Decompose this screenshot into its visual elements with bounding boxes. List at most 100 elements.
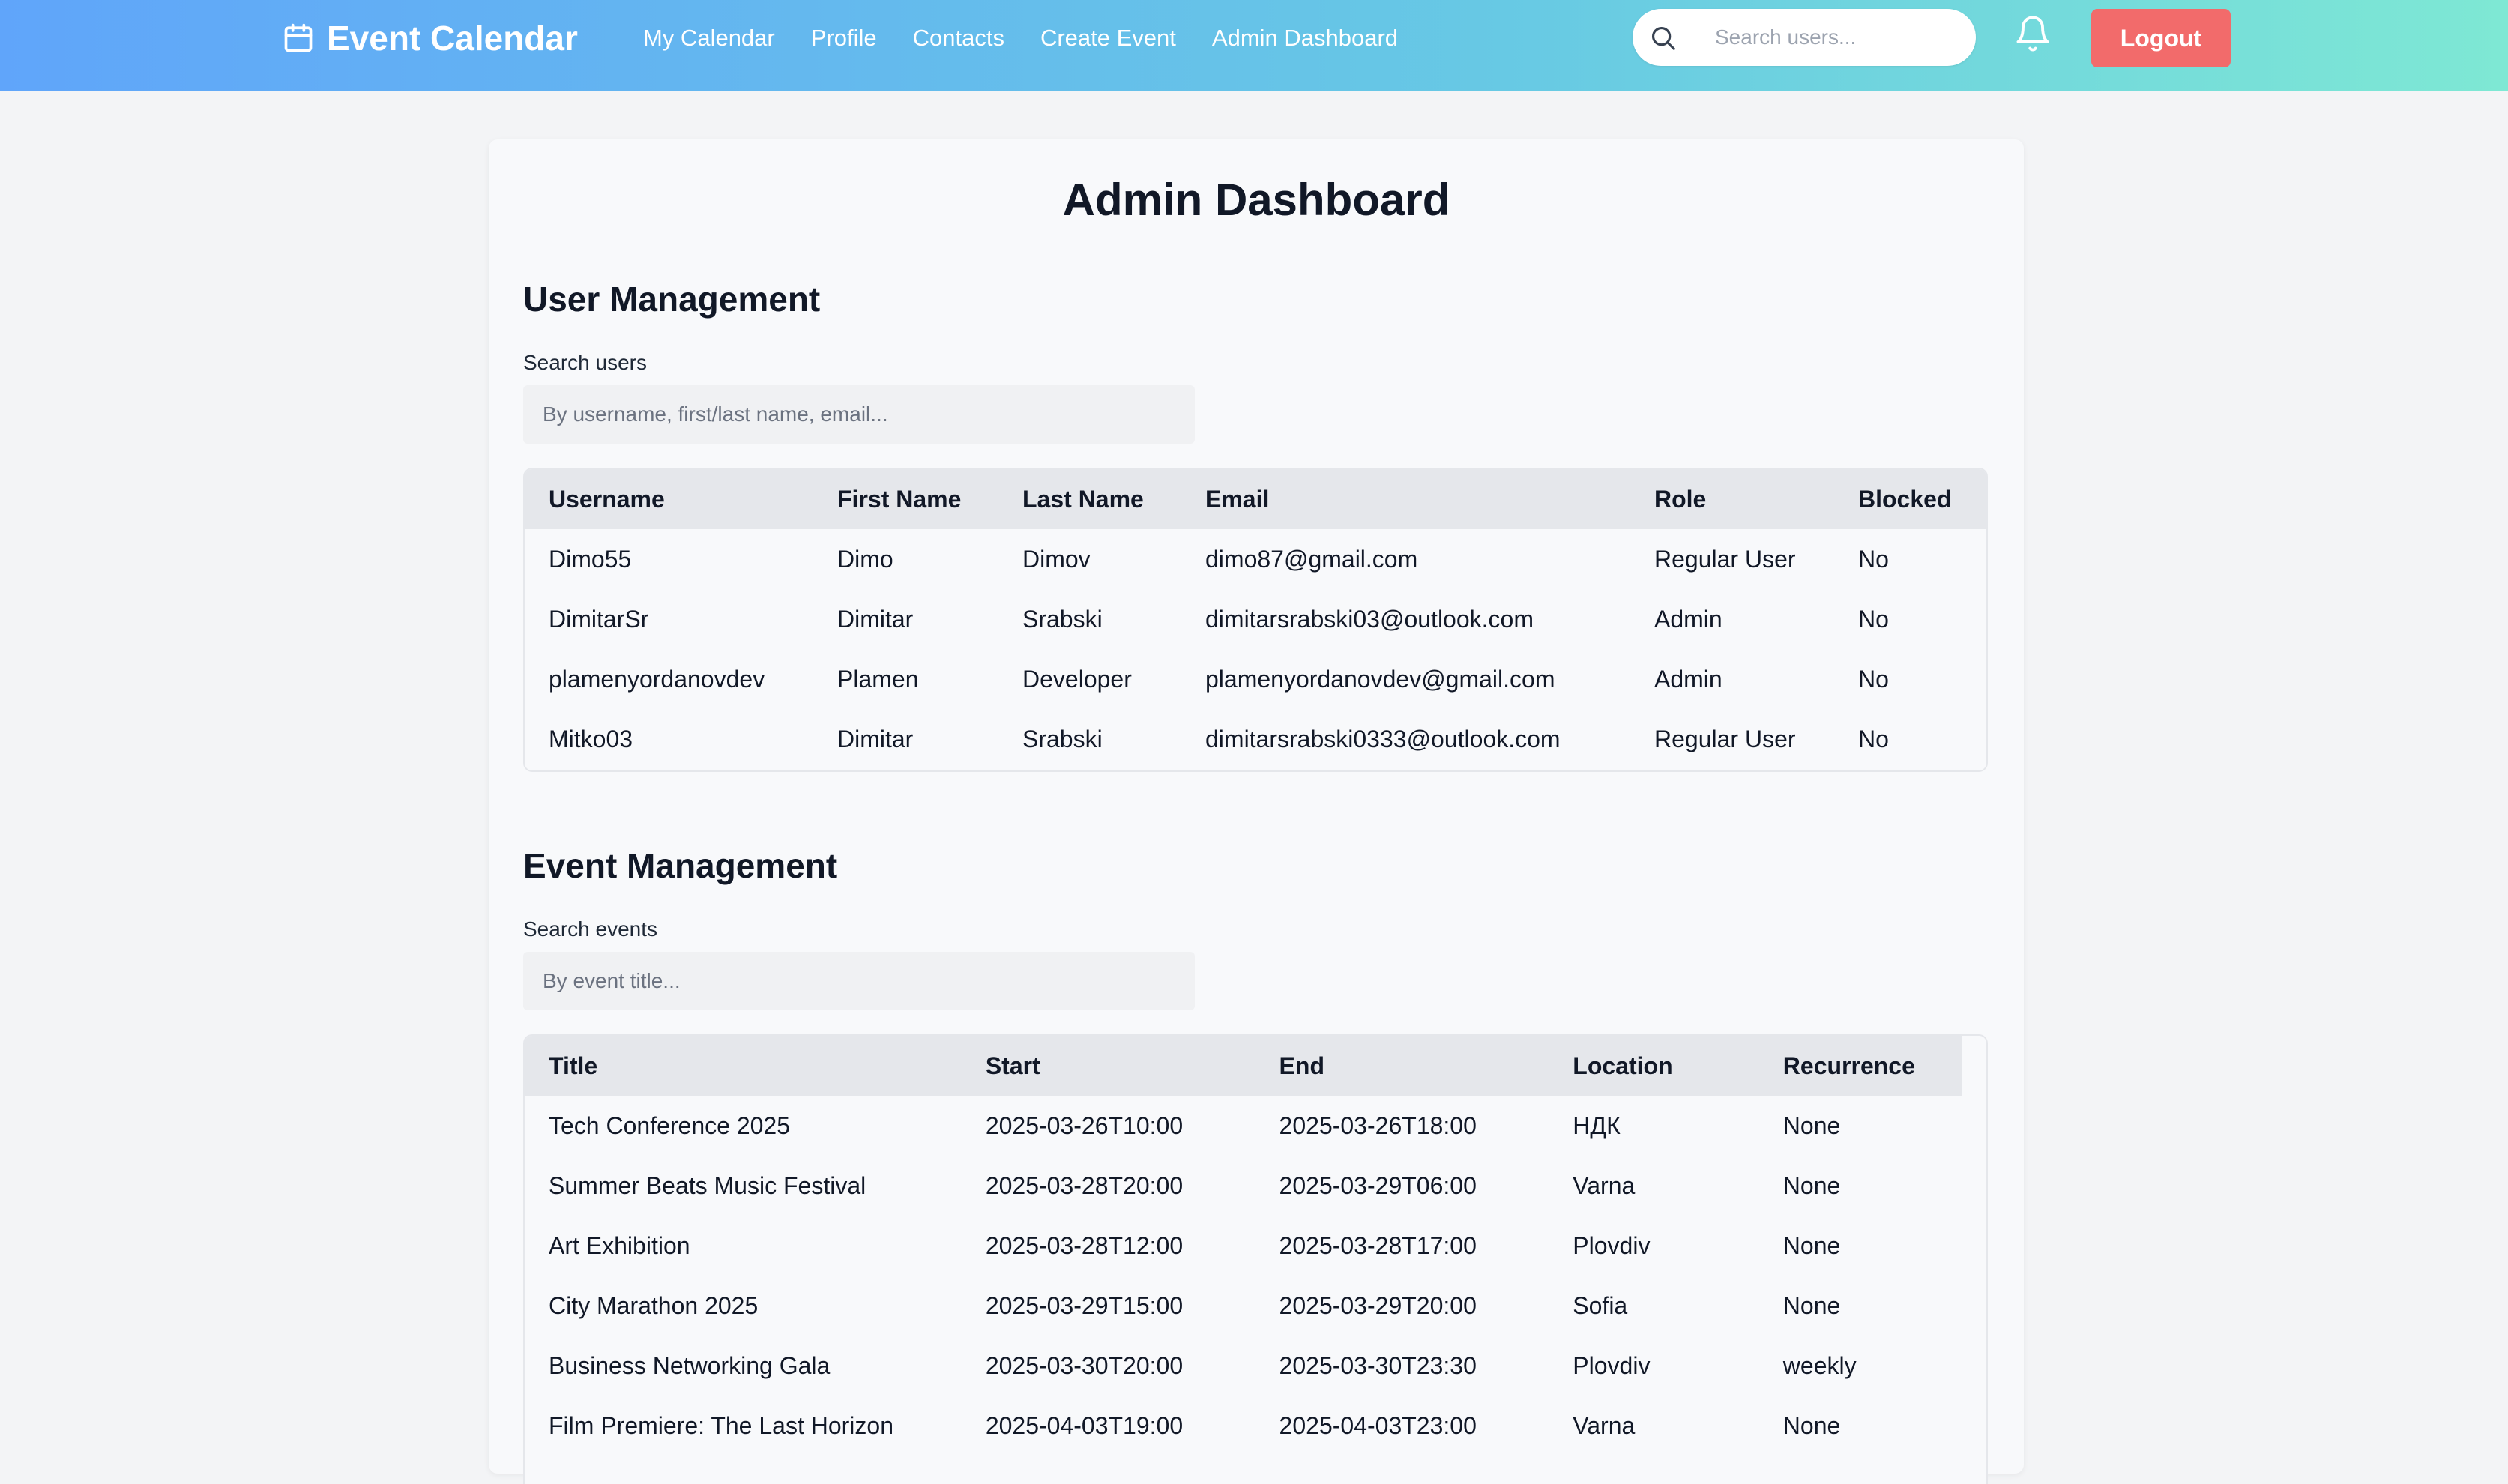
col-last-name[interactable]: Last Name [998,469,1181,529]
cell-end: 2025-03-28T17:00 [1279,1231,1477,1259]
cell-email: dimitarsrabski0333@outlook.com [1205,725,1561,752]
table-row[interactable]: City Marathon 2025 2025-03-29T15:00 2025… [525,1276,1986,1336]
search-events-input[interactable] [523,952,1195,1010]
cell-username: plamenyordanovdev [549,665,765,693]
cell-recurrence: weekly [1782,1351,1857,1379]
table-row[interactable]: Dimo55 Dimo Dimov dimo87@gmail.com Regul… [525,529,1986,589]
cell-title: Film Premiere: The Last Horizon [549,1411,893,1439]
cell-blocked: No [1858,545,1889,573]
table-row[interactable]: Art Exhibition 2025-03-28T12:00 2025-03-… [525,1216,1986,1276]
cell-location: Sofia [1573,1291,1628,1319]
col-recurrence[interactable]: Recurrence [1758,1036,1962,1096]
table-row[interactable]: Film Premiere: The Last Horizon 2025-04-… [525,1396,1986,1456]
cell-spacer [1962,1336,1986,1396]
cell-location: Plovdiv [1573,1231,1651,1259]
cell-location: Varna [1573,1171,1636,1199]
col-start[interactable]: Start [961,1036,1255,1096]
search-users-input[interactable] [523,385,1195,444]
cell-spacer [1962,1276,1986,1336]
cell-blocked: No [1858,725,1889,752]
page-title: Admin Dashboard [1062,175,1450,225]
cell-location: НДК [1573,1112,1621,1139]
cell-title: Summer Beats Music Festival [549,1171,866,1199]
brand-logo[interactable]: Event Calendar [282,16,578,60]
nav-link-contacts[interactable]: Contacts [913,25,1004,52]
cell-recurrence: None [1782,1171,1841,1199]
col-role[interactable]: Role [1630,469,1834,529]
cell-start: 2025-03-28T20:00 [985,1171,1184,1199]
cell-role: Regular User [1654,725,1796,752]
cell-recurrence: None [1782,1112,1841,1139]
header-spacer [1962,1036,1986,1096]
nav-link-create-event[interactable]: Create Event [1040,25,1176,52]
table-row[interactable]: DimitarSr Dimitar Srabski dimitarsrabski… [525,589,1986,649]
nav-link-profile[interactable]: Profile [811,25,877,52]
admin-dashboard-card: Admin Dashboard User Management Search u… [489,139,2024,1484]
cell-end: 2025-03-30T23:30 [1279,1351,1477,1379]
cell-role: Admin [1654,605,1722,633]
events-table: Title Start End Location Recurrence Tech… [523,1034,1988,1484]
nav-link-my-calendar[interactable]: My Calendar [643,25,775,52]
cell-first-name: Dimitar [837,725,914,752]
cell-first-name: Plamen [837,665,919,693]
cell-title: Business Networking Gala [549,1351,831,1379]
col-end[interactable]: End [1255,1036,1549,1096]
table-row[interactable]: Mitko03 Dimitar Srabski dimitarsrabski03… [525,709,1986,769]
cell-spacer [1962,1216,1986,1276]
cell-start: 2025-04-03T19:00 [985,1411,1184,1439]
cell-first-name: Dimitar [837,605,914,633]
users-table-header: Username First Name Last Name Email Role… [525,469,1986,529]
cell-spacer [1962,1396,1986,1456]
cell-last-name: Dimov [1022,545,1091,573]
cell-recurrence: None [1782,1291,1841,1319]
nav-search-input[interactable] [1715,19,1955,55]
cell-last-name: Developer [1022,665,1132,693]
col-email[interactable]: Email [1181,469,1630,529]
events-table-header: Title Start End Location Recurrence [525,1036,1986,1096]
cell-email: dimo87@gmail.com [1205,545,1418,573]
cell-role: Regular User [1654,545,1796,573]
table-row[interactable]: Summer Beats Music Festival 2025-03-28T2… [525,1156,1986,1216]
cell-start: 2025-03-29T15:00 [985,1291,1184,1319]
logout-button[interactable]: Logout [2091,9,2231,67]
table-row[interactable]: Business Networking Gala 2025-03-30T20:0… [525,1336,1986,1396]
cell-username: DimitarSr [549,605,649,633]
cell-role: Admin [1654,665,1722,693]
cell-email: plamenyordanovdev@gmail.com [1205,665,1555,693]
cell-username: Mitko03 [549,725,633,752]
col-blocked[interactable]: Blocked [1834,469,1986,529]
cell-end: 2025-03-29T20:00 [1279,1291,1477,1319]
cell-last-name: Srabski [1022,725,1103,752]
cell-last-name: Srabski [1022,605,1103,633]
nav-link-admin-dashboard[interactable]: Admin Dashboard [1212,25,1398,52]
cell-title: City Marathon 2025 [549,1291,759,1319]
col-location[interactable]: Location [1549,1036,1759,1096]
cell-recurrence: None [1782,1411,1841,1439]
cell-blocked: No [1858,605,1889,633]
cell-username: Dimo55 [549,545,632,573]
cell-spacer [1962,1096,1986,1156]
cell-end: 2025-03-29T06:00 [1279,1171,1477,1199]
cell-title: Art Exhibition [549,1231,690,1259]
cell-end: 2025-03-26T18:00 [1279,1112,1477,1139]
cell-location: Plovdiv [1573,1351,1651,1379]
search-icon [1651,26,1675,50]
nav-search-box [1633,9,1976,66]
table-row[interactable]: plamenyordanovdev Plamen Developer plame… [525,649,1986,709]
bell-icon[interactable] [2013,12,2052,55]
search-users-label: Search users [523,351,647,374]
col-username[interactable]: Username [525,469,813,529]
brand-name: Event Calendar [327,19,578,58]
user-management-title: User Management [523,280,821,319]
cell-recurrence: None [1782,1231,1841,1259]
cell-location: Varna [1573,1411,1636,1439]
table-row[interactable]: Tech Conference 2025 2025-03-26T10:00 20… [525,1096,1986,1156]
nav-links: My Calendar Profile Contacts Create Even… [643,21,1398,55]
users-table: Username First Name Last Name Email Role… [523,468,1988,772]
col-title[interactable]: Title [525,1036,962,1096]
cell-email: dimitarsrabski03@outlook.com [1205,605,1534,633]
cell-end: 2025-04-03T23:00 [1279,1411,1477,1439]
cell-start: 2025-03-26T10:00 [985,1112,1184,1139]
cell-start: 2025-03-30T20:00 [985,1351,1184,1379]
col-first-name[interactable]: First Name [813,469,998,529]
